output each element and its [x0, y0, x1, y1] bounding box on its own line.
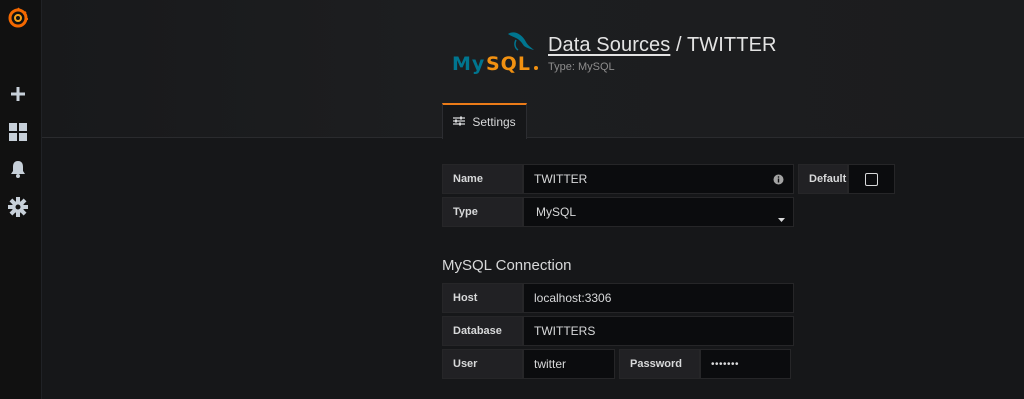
type-label: Type: [442, 197, 523, 227]
page-subtitle: Type: MySQL: [548, 61, 615, 73]
tab-settings[interactable]: Settings: [442, 103, 527, 139]
mysql-logo: My SQL: [450, 28, 542, 78]
caret-down-icon: [778, 211, 785, 225]
type-select[interactable]: MySQL: [523, 197, 794, 227]
bell-icon[interactable]: [7, 158, 29, 180]
password-value: •••••••: [711, 358, 740, 370]
svg-text:My: My: [452, 53, 485, 75]
datasource-name-title: TWITTER: [686, 34, 777, 56]
name-input[interactable]: TWITTER: [523, 164, 794, 194]
breadcrumb-data-sources[interactable]: Data Sources: [548, 34, 670, 56]
breadcrumb-separator: /: [670, 34, 687, 56]
sliders-icon: [453, 115, 466, 129]
database-input[interactable]: TWITTERS: [523, 316, 794, 346]
dashboards-icon[interactable]: [7, 121, 29, 143]
database-value: TWITTERS: [534, 324, 596, 338]
sidebar: [0, 0, 42, 399]
name-value: TWITTER: [534, 172, 588, 186]
name-label: Name: [442, 164, 523, 194]
info-icon[interactable]: [773, 174, 784, 188]
type-value: MySQL: [536, 205, 577, 219]
default-checkbox-container: [848, 164, 895, 194]
database-label: Database: [442, 316, 523, 346]
default-checkbox[interactable]: [865, 172, 878, 186]
user-input[interactable]: twitter: [523, 349, 615, 379]
plus-icon[interactable]: [7, 83, 29, 105]
user-label: User: [442, 349, 523, 379]
svg-text:SQL: SQL: [486, 53, 531, 75]
host-input[interactable]: localhost:3306: [523, 283, 794, 313]
password-label: Password: [619, 349, 700, 379]
grafana-logo-icon[interactable]: [7, 7, 29, 29]
host-label: Host: [442, 283, 523, 313]
user-value: twitter: [534, 357, 567, 371]
tab-settings-label: Settings: [472, 115, 516, 129]
host-value: localhost:3306: [534, 291, 612, 305]
default-label: Default: [798, 164, 848, 194]
password-input[interactable]: •••••••: [700, 349, 791, 379]
section-title-mysql-connection: MySQL Connection: [442, 257, 572, 274]
page-title: Data Sources / TWITTER: [548, 34, 777, 57]
gear-icon[interactable]: [7, 196, 29, 218]
